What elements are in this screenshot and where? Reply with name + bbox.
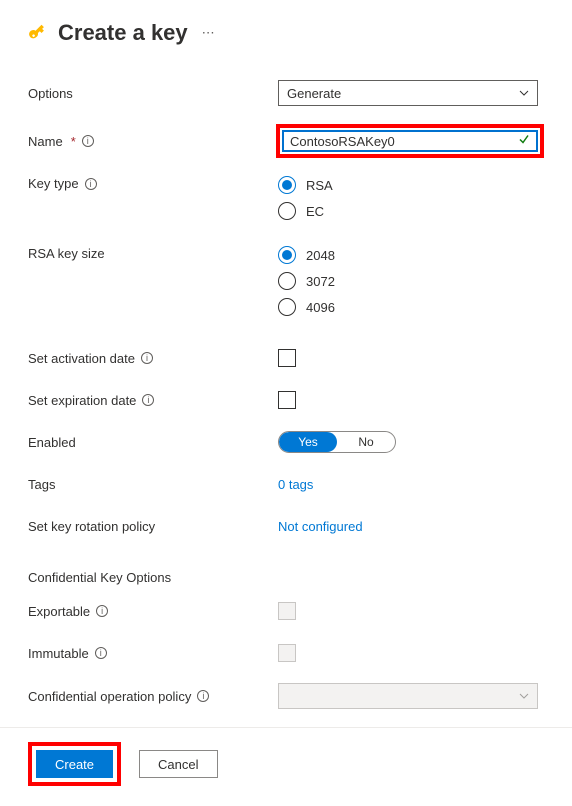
rsa-size-2048[interactable]: 2048 [278, 246, 335, 264]
enabled-yes[interactable]: Yes [279, 432, 337, 452]
radio-icon [278, 272, 296, 290]
confidential-options-heading: Confidential Key Options [28, 570, 544, 585]
more-icon[interactable]: ⋯ [198, 25, 219, 41]
create-key-form: Options Generate Name * i [28, 80, 544, 719]
create-highlight: Create [28, 742, 121, 786]
radio-label: 2048 [306, 248, 335, 263]
info-icon[interactable]: i [82, 135, 94, 147]
valid-check-icon [518, 134, 530, 149]
radio-label: RSA [306, 178, 333, 193]
activation-date-label: Set activation date [28, 351, 135, 366]
activation-date-checkbox[interactable] [278, 349, 296, 367]
exportable-label: Exportable [28, 604, 90, 619]
chevron-down-icon [519, 88, 529, 98]
key-type-ec[interactable]: EC [278, 202, 333, 220]
create-button[interactable]: Create [36, 750, 113, 778]
key-type-label: Key type [28, 176, 79, 191]
options-label: Options [28, 86, 73, 101]
required-marker: * [71, 134, 76, 149]
enabled-toggle[interactable]: Yes No [278, 431, 396, 453]
confidential-operation-policy-label: Confidential operation policy [28, 689, 191, 704]
info-icon[interactable]: i [142, 394, 154, 406]
rotation-policy-link[interactable]: Not configured [278, 519, 363, 534]
name-label: Name [28, 134, 63, 149]
rsa-size-4096[interactable]: 4096 [278, 298, 335, 316]
options-dropdown[interactable]: Generate [278, 80, 538, 106]
options-selected: Generate [287, 86, 341, 101]
rsa-key-size-group: 2048 3072 4096 [278, 246, 335, 316]
radio-label: EC [306, 204, 324, 219]
page-header: Create a key ⋯ [28, 20, 544, 46]
footer: Create Cancel [0, 727, 572, 806]
radio-icon [278, 202, 296, 220]
key-type-rsa[interactable]: RSA [278, 176, 333, 194]
key-type-group: RSA EC [278, 176, 333, 220]
name-highlight [276, 124, 544, 158]
rsa-size-3072[interactable]: 3072 [278, 272, 335, 290]
radio-icon [278, 246, 296, 264]
name-input[interactable] [282, 130, 538, 152]
cancel-button[interactable]: Cancel [139, 750, 217, 778]
tags-label: Tags [28, 477, 55, 492]
info-icon[interactable]: i [96, 605, 108, 617]
radio-label: 3072 [306, 274, 335, 289]
tags-link[interactable]: 0 tags [278, 477, 313, 492]
page-title: Create a key [58, 20, 188, 46]
enabled-label: Enabled [28, 435, 76, 450]
radio-icon [278, 298, 296, 316]
info-icon[interactable]: i [141, 352, 153, 364]
expiration-date-checkbox[interactable] [278, 391, 296, 409]
rotation-policy-label: Set key rotation policy [28, 519, 155, 534]
radio-label: 4096 [306, 300, 335, 315]
expiration-date-label: Set expiration date [28, 393, 136, 408]
radio-icon [278, 176, 296, 194]
key-icon [28, 22, 48, 44]
confidential-operation-policy-dropdown [278, 683, 538, 709]
enabled-no[interactable]: No [337, 432, 395, 452]
rsa-key-size-label: RSA key size [28, 246, 105, 261]
chevron-down-icon [519, 691, 529, 701]
info-icon[interactable]: i [95, 647, 107, 659]
immutable-label: Immutable [28, 646, 89, 661]
immutable-checkbox[interactable] [278, 644, 296, 662]
info-icon[interactable]: i [197, 690, 209, 702]
info-icon[interactable]: i [85, 178, 97, 190]
exportable-checkbox[interactable] [278, 602, 296, 620]
